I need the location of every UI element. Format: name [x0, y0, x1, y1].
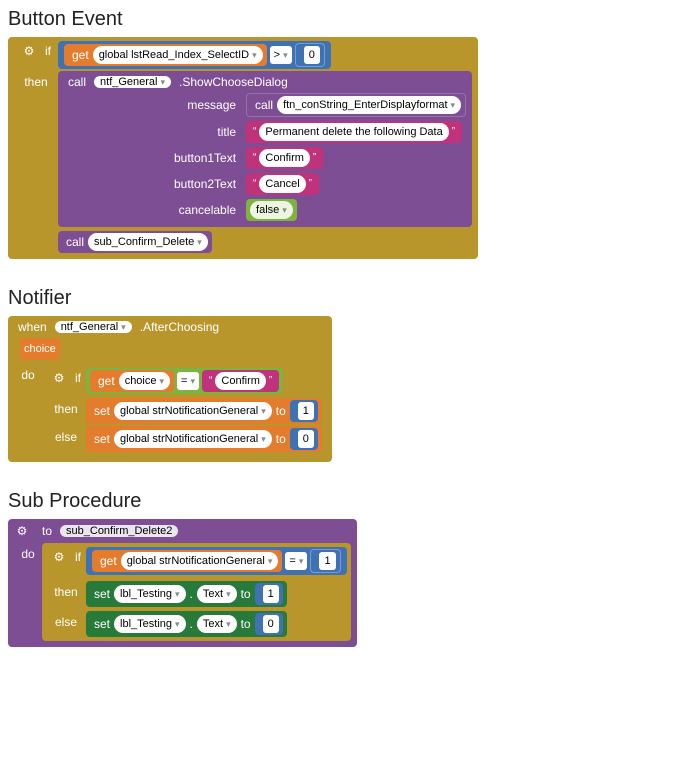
var-dropdown[interactable]: choice▾ [119, 372, 170, 390]
kw-then: then [24, 75, 47, 89]
number-value: 0 [263, 615, 279, 633]
kw-get: get [94, 372, 119, 390]
compare-block[interactable]: get global lstRead_Index_SelectID▾ > ▾ 0 [58, 41, 331, 69]
number-block[interactable]: 1 [290, 400, 318, 422]
kw-get: get [68, 46, 93, 64]
var-dropdown[interactable]: global lstRead_Index_SelectID▾ [93, 46, 263, 64]
text-value: Permanent delete the following Data [265, 123, 442, 141]
call-procedure-block[interactable]: call ftn_conString_EnterDisplayformat▾ [246, 93, 466, 117]
kw-to: to [272, 430, 290, 448]
gear-icon: ⚙ [51, 549, 67, 565]
kw-set: set [90, 430, 114, 448]
operator-dropdown[interactable]: = ▾ [177, 372, 199, 390]
kw-then: then [54, 402, 77, 416]
kw-to: to [272, 402, 290, 420]
number-block[interactable]: 1 [255, 583, 283, 605]
boolean-block[interactable]: false▾ [246, 199, 297, 221]
procedure-name[interactable]: sub_Confirm_Delete2 [60, 525, 178, 537]
if-block[interactable]: ⚙ if get global strNotificationGeneral▾ … [42, 543, 351, 641]
set-block[interactable]: set global strNotificationGeneral▾ to 0 [86, 426, 322, 452]
procedure-dropdown[interactable]: sub_Confirm_Delete▾ [88, 233, 208, 251]
number-value: 1 [319, 552, 335, 570]
kw-to: to [237, 615, 255, 633]
get-block[interactable]: get choice▾ [90, 370, 174, 392]
method-name: .ShowChooseDialog [175, 75, 292, 89]
component-dropdown[interactable]: ntf_General▾ [55, 321, 132, 333]
procedure-dropdown[interactable]: ftn_conString_EnterDisplayformat▾ [277, 96, 461, 114]
var-dropdown[interactable]: global strNotificationGeneral▾ [114, 402, 272, 420]
if-block[interactable]: ⚙ if get choice▾ = ▾ [42, 364, 326, 456]
arg-label: button1Text [174, 151, 238, 165]
text-block[interactable]: “ Confirm ” [246, 147, 323, 169]
var-dropdown[interactable]: global strNotificationGeneral▾ [114, 430, 272, 448]
kw-get: get [96, 552, 121, 570]
section-title: Notifier [8, 287, 688, 310]
number-value: 0 [298, 430, 314, 448]
kw-set: set [90, 585, 114, 603]
call-procedure-block[interactable]: call sub_Confirm_Delete▾ [58, 231, 212, 253]
text-value: Confirm [221, 372, 260, 390]
operator-dropdown[interactable]: > ▾ [270, 46, 292, 64]
gear-icon: ⚙ [21, 43, 37, 59]
section-title: Sub Procedure [8, 490, 688, 513]
component-dropdown[interactable]: lbl_Testing▾ [114, 585, 186, 603]
set-block[interactable]: set global strNotificationGeneral▾ to 1 [86, 398, 322, 424]
number-value: 0 [304, 46, 320, 64]
event-block[interactable]: when ntf_General▾ .AfterChoosing choice … [8, 316, 332, 462]
event-name: .AfterChoosing [136, 320, 223, 334]
number-block[interactable]: 0 [295, 43, 325, 67]
kw-if: if [75, 550, 81, 564]
arg-label: cancelable [174, 203, 238, 217]
set-property-block[interactable]: set lbl_Testing▾ . Text▾ to 0 [86, 611, 287, 637]
compare-block[interactable]: get choice▾ = ▾ “ Confirm ” [86, 368, 283, 394]
component-dropdown[interactable]: ntf_General▾ [94, 76, 171, 88]
arg-label: message [174, 98, 238, 112]
section-title: Button Event [8, 8, 688, 31]
get-block[interactable]: get global lstRead_Index_SelectID▾ [64, 44, 267, 66]
component-dropdown[interactable]: lbl_Testing▾ [114, 615, 186, 633]
arg-label: button2Text [174, 177, 238, 191]
number-block[interactable]: 0 [290, 428, 318, 450]
procedure-block[interactable]: ⚙ to sub_Confirm_Delete2 do ⚙ if [8, 519, 357, 647]
number-value: 1 [298, 402, 314, 420]
number-block[interactable]: 0 [255, 613, 283, 635]
property-dropdown[interactable]: Text▾ [197, 615, 237, 633]
kw-else: else [55, 430, 77, 444]
arg-label: title [174, 125, 238, 139]
number-value: 1 [263, 585, 279, 603]
operator-dropdown[interactable]: = ▾ [285, 552, 307, 570]
kw-call: call [251, 96, 277, 114]
kw-do: do [21, 368, 34, 382]
kw-if: if [45, 44, 51, 58]
kw-set: set [90, 615, 114, 633]
text-block[interactable]: “ Permanent delete the following Data ” [246, 121, 462, 143]
text-value: Cancel [265, 175, 299, 193]
kw-call: call [64, 75, 90, 89]
kw-then: then [54, 585, 77, 599]
kw-else: else [55, 615, 77, 629]
call-method-block[interactable]: call ntf_General▾ .ShowChooseDialog mess… [58, 71, 472, 227]
if-block[interactable]: ⚙ if get global lstRead_Index_SelectID▾ … [8, 37, 478, 259]
kw-if: if [75, 371, 81, 385]
kw-do: do [21, 547, 34, 561]
kw-to: to [237, 585, 255, 603]
kw-to: to [38, 524, 56, 538]
set-property-block[interactable]: set lbl_Testing▾ . Text▾ to 1 [86, 581, 287, 607]
text-value: Confirm [265, 149, 304, 167]
kw-when: when [14, 320, 51, 334]
boolean-value: false [256, 201, 279, 219]
kw-set: set [90, 402, 114, 420]
kw-call: call [62, 233, 88, 251]
gear-icon: ⚙ [51, 370, 67, 386]
compare-block[interactable]: get global strNotificationGeneral▾ = ▾ 1 [86, 547, 347, 575]
gear-icon: ⚙ [14, 523, 30, 539]
event-param: choice [20, 338, 60, 360]
text-block[interactable]: “ Cancel ” [246, 173, 319, 195]
text-block[interactable]: “ Confirm ” [202, 370, 279, 392]
number-block[interactable]: 1 [310, 549, 340, 573]
get-block[interactable]: get global strNotificationGeneral▾ [92, 550, 282, 572]
var-dropdown[interactable]: global strNotificationGeneral▾ [121, 552, 279, 570]
property-dropdown[interactable]: Text▾ [197, 585, 237, 603]
